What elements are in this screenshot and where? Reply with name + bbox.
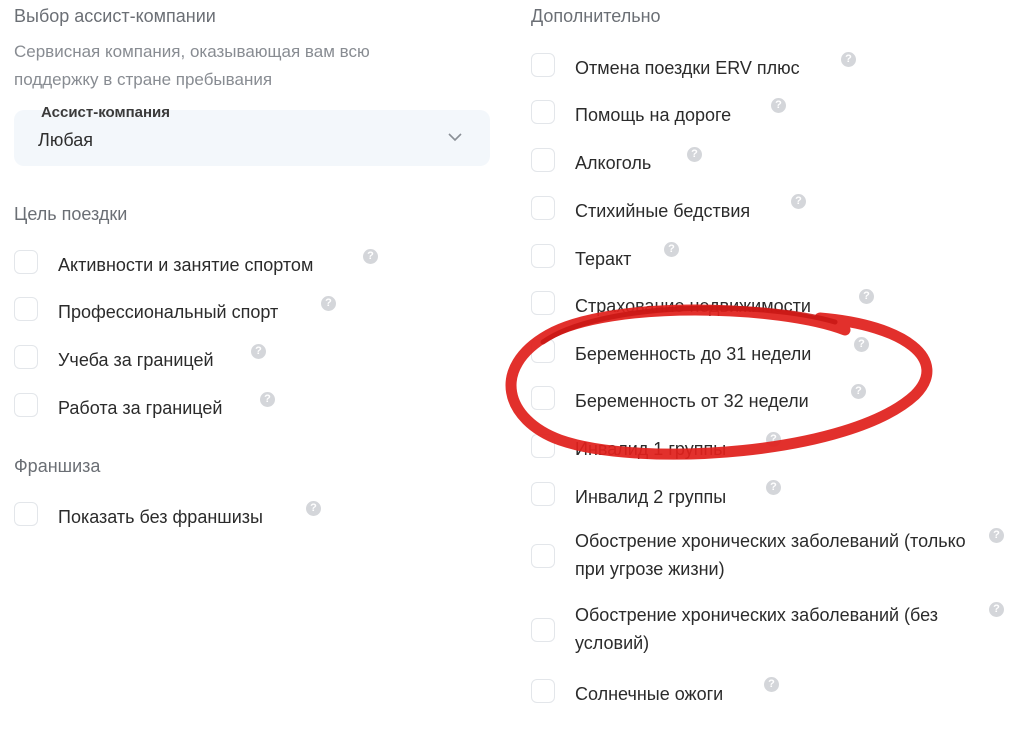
option-label: Работа за границей	[58, 398, 223, 418]
chevron-down-icon	[448, 133, 462, 142]
checkbox[interactable]	[531, 434, 555, 458]
help-icon[interactable]: ?	[989, 528, 1004, 543]
help-icon[interactable]: ?	[687, 147, 702, 162]
checkbox[interactable]	[531, 386, 555, 410]
assist-section-title: Выбор ассист-компании	[14, 6, 216, 26]
option-label: Беременность до 31 недели	[575, 344, 812, 364]
assist-select-value: Любая	[38, 130, 93, 150]
assist-select-label: Ассист-компания	[41, 104, 171, 121]
checkbox[interactable]	[531, 482, 555, 506]
option-label: Учеба за границей	[58, 350, 214, 370]
option-label: Профессиональный спорт	[58, 302, 279, 322]
option-label: Обострение хронических заболеваний (без …	[575, 605, 939, 653]
purpose-section-title: Цель поездки	[14, 204, 128, 224]
help-icon[interactable]: ?	[851, 384, 866, 399]
option-label: Стихийные бедствия	[575, 201, 751, 221]
checkbox[interactable]	[14, 297, 38, 321]
extra-section-title: Дополнительно	[531, 6, 661, 26]
option-label: Отмена поездки ERV плюс	[575, 58, 800, 78]
checkbox[interactable]	[531, 100, 555, 124]
option-label: Помощь на дороге	[575, 105, 732, 125]
help-icon[interactable]: ?	[321, 296, 336, 311]
checkbox[interactable]	[531, 291, 555, 315]
option-label: Обострение хронических заболеваний (толь…	[575, 531, 966, 579]
help-icon[interactable]: ?	[306, 501, 321, 516]
checkbox[interactable]	[531, 679, 555, 703]
checkbox[interactable]	[531, 339, 555, 363]
checkbox[interactable]	[14, 393, 38, 417]
help-icon[interactable]: ?	[766, 480, 781, 495]
help-icon[interactable]: ?	[841, 52, 856, 67]
checkbox[interactable]	[14, 345, 38, 369]
help-icon[interactable]: ?	[764, 677, 779, 692]
help-icon[interactable]: ?	[260, 392, 275, 407]
checkbox[interactable]	[531, 53, 555, 77]
help-icon[interactable]: ?	[766, 432, 781, 447]
assist-description: Сервисная компания, оказывающая вам всю …	[14, 42, 370, 89]
option-label: Теракт	[575, 249, 632, 269]
option-label: Алкоголь	[575, 153, 652, 173]
checkbox[interactable]	[531, 618, 555, 642]
help-icon[interactable]: ?	[771, 98, 786, 113]
option-label: Показать без франшизы	[58, 507, 263, 527]
option-label: Беременность от 32 недели	[575, 391, 809, 411]
checkbox[interactable]	[531, 148, 555, 172]
franchise-section-title: Франшиза	[14, 456, 101, 476]
assist-company-select[interactable]: Ассист-компания Любая	[14, 104, 490, 166]
checkbox[interactable]	[531, 244, 555, 268]
checkbox[interactable]	[531, 196, 555, 220]
checkbox[interactable]	[14, 502, 38, 526]
help-icon[interactable]: ?	[251, 344, 266, 359]
help-icon[interactable]: ?	[664, 242, 679, 257]
option-label: Инвалид 1 группы	[575, 439, 727, 459]
option-label: Страхование недвижимости	[575, 296, 811, 316]
help-icon[interactable]: ?	[854, 337, 869, 352]
option-label: Инвалид 2 группы	[575, 487, 727, 507]
help-icon[interactable]: ?	[859, 289, 874, 304]
help-icon[interactable]: ?	[989, 602, 1004, 617]
help-icon[interactable]: ?	[363, 249, 378, 264]
checkbox[interactable]	[14, 250, 38, 274]
option-label: Активности и занятие спортом	[58, 255, 314, 275]
help-icon[interactable]: ?	[791, 194, 806, 209]
checkbox[interactable]	[531, 544, 555, 568]
option-label: Солнечные ожоги	[575, 684, 724, 704]
